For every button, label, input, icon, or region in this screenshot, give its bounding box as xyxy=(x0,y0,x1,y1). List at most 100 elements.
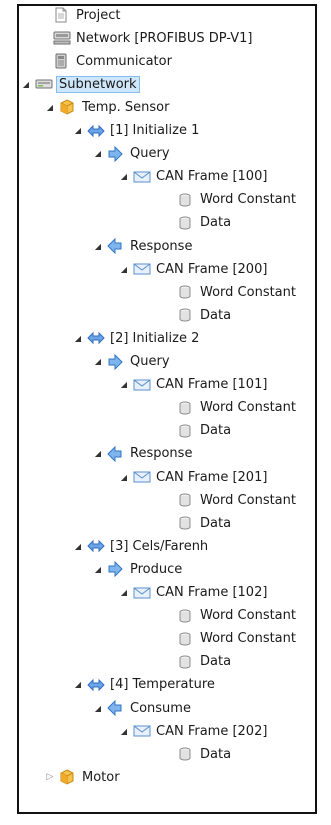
collapse-toggle-icon[interactable] xyxy=(73,541,83,551)
envelope-icon xyxy=(133,723,151,739)
tree-item-label: [3] Cels/Farenh xyxy=(110,538,209,554)
tree-item[interactable]: Data xyxy=(163,213,233,233)
envelope-icon xyxy=(133,377,151,393)
tree-item[interactable]: Data xyxy=(163,513,233,533)
tree-item-label: Word Constant xyxy=(200,284,296,300)
tree-item[interactable]: Data xyxy=(163,421,233,441)
tree-item[interactable]: CAN Frame [101] xyxy=(119,375,269,395)
collapse-toggle-icon[interactable] xyxy=(93,703,103,713)
collapse-toggle-icon[interactable] xyxy=(93,241,103,251)
tree-item[interactable]: Network [PROFIBUS DP-V1] xyxy=(39,28,254,48)
tree-item[interactable]: Data xyxy=(163,744,233,764)
tree-item[interactable]: [4] Temperature xyxy=(73,675,217,695)
tree-item-label: CAN Frame [200] xyxy=(156,261,268,277)
arrow-left-icon xyxy=(107,699,123,717)
cylinder-icon xyxy=(177,492,193,508)
tree-item-label: Response xyxy=(130,446,193,462)
tree-item[interactable]: Response xyxy=(93,236,194,256)
envelope-icon xyxy=(133,469,151,485)
node-cube-icon xyxy=(59,769,75,785)
tree-item-label: Word Constant xyxy=(200,192,296,208)
collapse-toggle-icon[interactable] xyxy=(119,380,129,390)
collapse-toggle-icon[interactable] xyxy=(119,588,129,598)
tree-item[interactable]: CAN Frame [201] xyxy=(119,467,269,487)
collapse-toggle-icon[interactable] xyxy=(73,126,83,136)
cylinder-icon xyxy=(177,608,193,624)
arrow-left-icon xyxy=(107,237,123,255)
collapse-toggle-icon[interactable] xyxy=(119,172,129,182)
collapse-toggle-icon[interactable] xyxy=(45,102,55,112)
exchange-arrows-icon xyxy=(87,538,105,554)
tree-item-label: Word Constant xyxy=(200,492,296,508)
tree-item-label: CAN Frame [201] xyxy=(156,469,268,485)
tree-item[interactable]: Word Constant xyxy=(163,490,298,510)
expand-toggle-icon[interactable] xyxy=(45,772,55,782)
tree-item[interactable]: Temp. Sensor xyxy=(45,97,171,117)
tree-item[interactable]: [1] Initialize 1 xyxy=(73,121,201,141)
tree-item-label: Produce xyxy=(130,561,183,577)
envelope-icon xyxy=(133,169,151,185)
node-cube-icon xyxy=(59,99,75,115)
collapse-toggle-icon[interactable] xyxy=(93,449,103,459)
tree-item-label: [1] Initialize 1 xyxy=(110,123,200,138)
tree-item[interactable]: Query xyxy=(93,352,172,372)
tree-item[interactable]: Motor xyxy=(45,767,122,787)
cylinder-icon xyxy=(177,284,193,300)
tree-item[interactable]: Data xyxy=(163,305,233,325)
tree-item[interactable]: Word Constant xyxy=(163,398,298,418)
tree-item[interactable]: Word Constant xyxy=(163,606,298,626)
tree-item-label: Data xyxy=(200,746,232,762)
collapse-toggle-icon[interactable] xyxy=(73,680,83,690)
tree-item[interactable]: Data xyxy=(163,652,233,672)
cylinder-icon xyxy=(177,746,193,762)
tree-item-label: Query xyxy=(130,146,170,162)
collapse-toggle-icon[interactable] xyxy=(119,472,129,482)
tree-item-label: CAN Frame [202] xyxy=(156,723,268,739)
tree-item[interactable]: CAN Frame [102] xyxy=(119,583,269,603)
tree-item-label: Word Constant xyxy=(200,631,296,647)
tree-item[interactable]: Word Constant xyxy=(163,282,298,302)
tree-item[interactable]: Project xyxy=(39,5,122,25)
tree-item-label: Data xyxy=(200,654,232,670)
tree-item[interactable]: Word Constant xyxy=(163,629,298,649)
tree-item[interactable]: Response xyxy=(93,444,194,464)
tree-item[interactable]: Query xyxy=(93,144,172,164)
cylinder-icon xyxy=(177,215,193,231)
arrow-right-icon xyxy=(107,561,123,578)
tree-item-label: Response xyxy=(130,238,193,254)
tree-item[interactable]: Word Constant xyxy=(163,190,298,210)
tree-item[interactable]: [2] Initialize 2 xyxy=(73,328,201,348)
tree-item-label: CAN Frame [102] xyxy=(156,585,268,600)
arrow-right-icon xyxy=(107,145,123,162)
cylinder-icon xyxy=(177,192,193,208)
tree-item[interactable]: CAN Frame [200] xyxy=(119,259,269,279)
tree-item-label: Consume xyxy=(130,700,191,716)
tree-item[interactable]: CAN Frame [100] xyxy=(119,167,269,187)
collapse-toggle-icon[interactable] xyxy=(119,264,129,274)
subnetwork-icon xyxy=(35,76,53,92)
collapse-toggle-icon[interactable] xyxy=(93,149,103,159)
tree-item-label: Subnetwork xyxy=(56,75,140,93)
cylinder-icon xyxy=(177,515,193,531)
tree-item-label: Network [PROFIBUS DP-V1] xyxy=(76,30,253,46)
arrow-right-icon xyxy=(107,353,123,370)
tree-item[interactable]: Communicator xyxy=(39,51,174,71)
tree-item[interactable]: Subnetwork xyxy=(21,74,140,94)
tree-item[interactable]: Consume xyxy=(93,698,193,718)
collapse-toggle-icon[interactable] xyxy=(73,333,83,343)
tree-item-label: Data xyxy=(200,423,232,439)
document-icon xyxy=(53,7,69,23)
collapse-toggle-icon[interactable] xyxy=(119,726,129,736)
tree-item-label: Word Constant xyxy=(200,608,296,624)
tree-item[interactable]: Produce xyxy=(93,559,184,579)
arrow-left-icon xyxy=(107,445,123,463)
collapse-toggle-icon[interactable] xyxy=(93,564,103,574)
project-tree: Project Network [PROFIBUS DP-V1] Communica… xyxy=(0,0,331,825)
collapse-toggle-icon[interactable] xyxy=(21,79,31,89)
tree-item-label: [4] Temperature xyxy=(110,677,215,693)
tree-item[interactable]: [3] Cels/Farenh xyxy=(73,536,210,556)
envelope-icon xyxy=(133,261,151,277)
tree-item-label: Communicator xyxy=(76,53,172,69)
tree-item[interactable]: CAN Frame [202] xyxy=(119,721,269,741)
collapse-toggle-icon[interactable] xyxy=(93,357,103,367)
